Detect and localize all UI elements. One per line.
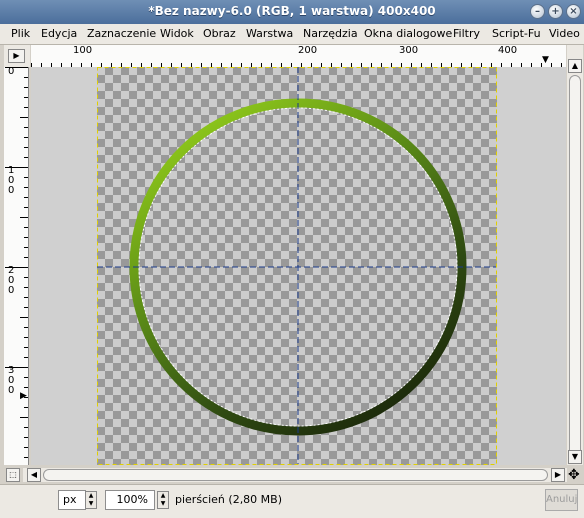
vruler-tick xyxy=(24,127,28,128)
vruler-tick xyxy=(20,117,28,118)
hruler-label: 400 xyxy=(498,45,518,56)
vruler-tick xyxy=(24,257,28,258)
canvas-area[interactable] xyxy=(31,67,566,465)
vruler-tick xyxy=(24,207,28,208)
vruler-tick xyxy=(24,407,28,408)
menu-filtry[interactable]: Filtry xyxy=(453,27,480,40)
vruler-tick xyxy=(24,307,28,308)
vruler-tick xyxy=(20,217,28,218)
window-title: *Bez nazwy-6.0 (RGB, 1 warstwa) 400x400 xyxy=(148,4,436,18)
image-canvas[interactable] xyxy=(31,67,566,465)
menu-okna-dialogowe[interactable]: Okna dialogowe xyxy=(364,27,452,40)
hruler-label: 200 xyxy=(298,45,318,56)
vruler-tick xyxy=(24,147,28,148)
menu-arrow-button[interactable]: ▶ xyxy=(8,49,25,63)
vruler-label: 300 xyxy=(8,365,15,396)
scroll-left-button[interactable]: ◀ xyxy=(27,468,41,482)
vruler-tick xyxy=(24,287,28,288)
vruler-tick xyxy=(24,157,28,158)
vruler-label: 100 xyxy=(8,165,15,196)
vertical-scroll-thumb[interactable] xyxy=(569,75,581,459)
vruler-tick xyxy=(24,87,28,88)
zoom-spinner-icon[interactable]: ▲ ▼ xyxy=(157,491,169,509)
hruler-label: 100 xyxy=(73,45,93,56)
vruler-pointer-icon: ▶ xyxy=(20,391,27,401)
vruler-tick xyxy=(24,247,28,248)
maximize-button[interactable]: + xyxy=(548,4,563,19)
vertical-ruler[interactable]: 0 100 200 300 ▶ xyxy=(4,67,29,465)
vruler-tick xyxy=(24,427,28,428)
vruler-tick xyxy=(24,447,28,448)
vruler-tick xyxy=(24,337,28,338)
transparent-layer xyxy=(97,67,497,465)
vruler-tick xyxy=(24,177,28,178)
unit-spinner-icon[interactable]: ▲ ▼ xyxy=(85,491,97,509)
menu-narzedzia[interactable]: Narzędzia xyxy=(303,27,358,40)
vruler-tick xyxy=(24,437,28,438)
vruler-tick xyxy=(24,237,28,238)
menu-warstwa[interactable]: Warstwa xyxy=(246,27,293,40)
vruler-tick xyxy=(24,197,28,198)
vruler-tick xyxy=(24,187,28,188)
vruler-tick xyxy=(24,227,28,228)
vruler-tick xyxy=(24,137,28,138)
vruler-tick xyxy=(24,347,28,348)
ruler-position-marker: ▼ xyxy=(542,55,549,65)
scroll-right-button[interactable]: ▶ xyxy=(551,468,565,482)
menu-obraz[interactable]: Obraz xyxy=(203,27,236,40)
vruler-label: 0 xyxy=(8,67,15,77)
vruler-tick xyxy=(24,357,28,358)
menu-zaznaczenie[interactable]: Zaznaczenie xyxy=(87,27,156,40)
horizontal-ruler[interactable]: 100 200 300 400 xyxy=(31,45,566,68)
vruler-tick xyxy=(24,77,28,78)
vruler-tick xyxy=(20,317,28,318)
menu-edycja[interactable]: Edycja xyxy=(41,27,77,40)
hruler-label: 300 xyxy=(399,45,419,56)
vruler-tick xyxy=(24,327,28,328)
vertical-scrollbar[interactable]: ▲ ▼ xyxy=(567,45,583,465)
minimize-button[interactable]: – xyxy=(530,4,545,19)
horizontal-scrollbar[interactable]: ◀ ▶ xyxy=(23,468,567,482)
cancel-button[interactable]: Anuluj xyxy=(545,489,578,511)
scroll-down-button[interactable]: ▼ xyxy=(568,450,582,464)
vruler-tick xyxy=(24,377,28,378)
navigate-icon[interactable]: ✥ xyxy=(568,467,580,483)
vruler-tick xyxy=(24,387,28,388)
vruler-tick xyxy=(20,417,28,418)
menu-plik[interactable]: Plik xyxy=(11,27,30,40)
title-bar: *Bez nazwy-6.0 (RGB, 1 warstwa) 400x400 … xyxy=(0,0,584,24)
vruler-tick xyxy=(24,107,28,108)
quick-mask-button[interactable]: ⬚ xyxy=(6,468,20,482)
vruler-tick xyxy=(24,97,28,98)
unit-select[interactable]: px xyxy=(58,490,86,510)
status-message: pierścień (2,80 MB) xyxy=(175,493,283,506)
scroll-up-button[interactable]: ▲ xyxy=(568,59,582,73)
vruler-tick xyxy=(24,277,28,278)
menu-script-fu[interactable]: Script-Fu xyxy=(492,27,541,40)
close-button[interactable]: × xyxy=(566,4,581,19)
zoom-field[interactable]: 100% xyxy=(105,490,155,510)
menu-video[interactable]: Video xyxy=(549,27,580,40)
vruler-tick xyxy=(24,297,28,298)
vruler-tick xyxy=(24,457,28,458)
menu-bar: Plik Edycja Zaznaczenie Widok Obraz Wars… xyxy=(0,24,584,45)
vruler-label: 200 xyxy=(8,265,15,296)
status-bar: px ▲ ▼ 100% ▲ ▼ pierścień (2,80 MB) Anuluj xyxy=(0,484,584,518)
horizontal-scroll-thumb[interactable] xyxy=(43,469,548,481)
menu-widok[interactable]: Widok xyxy=(160,27,194,40)
